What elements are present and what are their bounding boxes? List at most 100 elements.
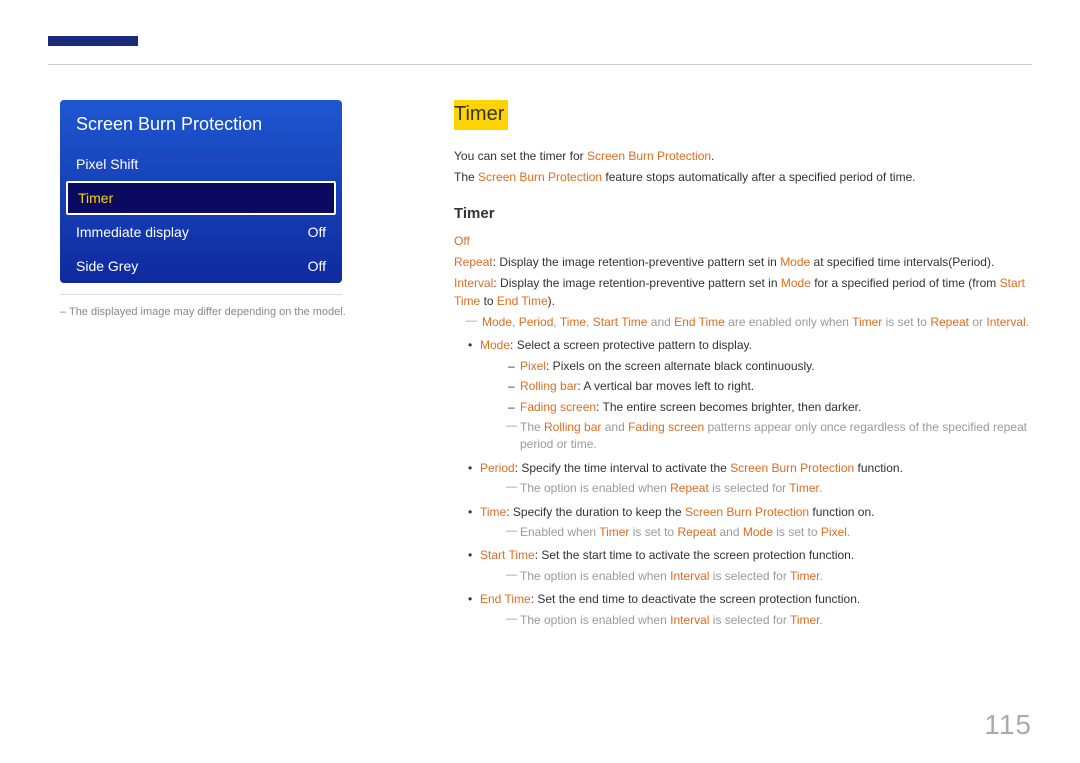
term-screen-burn-protection: Screen Burn Protection [478,170,602,184]
text: : A vertical bar moves left to right. [577,379,754,393]
text: : Set the start time to activate the scr… [535,548,855,562]
note-end-enabled: The option is enabled when Interval is s… [480,612,1032,629]
text: . [820,569,823,583]
text: and [647,315,674,329]
text: : Pixels on the screen alternate black c… [546,359,815,373]
text: The option is enabled when [520,569,670,583]
text: The [520,420,544,434]
text: ). [548,294,555,308]
list-item-start-time: Start Time: Set the start time to activa… [454,547,1032,585]
text: : Select a screen protective pattern to … [510,338,752,352]
text: is set to [629,525,677,539]
text: : Specify the duration to keep the [506,505,685,519]
interval-line: Interval: Display the image retention-pr… [454,275,1032,310]
term-pixel: Pixel [520,359,546,373]
content-column: Timer You can set the timer for Screen B… [454,100,1032,635]
osd-menu-item-label: Side Grey [76,258,138,274]
osd-menu-item-value: Off [308,224,326,240]
options-list: Mode : Select a screen protective pattern… [454,337,1032,628]
term-end-time: End Time [497,294,548,308]
text: at specified time intervals(Period). [810,255,994,269]
list-item-end-time: End Time: Set the end time to deactivate… [454,591,1032,629]
text: and [716,525,743,539]
term-screen-burn-protection: Screen Burn Protection [730,461,854,475]
term-timer: Timer [789,481,819,495]
text: . [847,525,850,539]
term-end-time: End Time [674,315,725,329]
text: . [711,149,714,163]
note-period-enabled: The option is enabled when Repeat is sel… [480,480,1032,497]
text: : Display the image retention-preventive… [493,255,780,269]
term-fading-screen: Fading screen [520,400,596,414]
note-time-enabled: Enabled when Timer is set to Repeat and … [480,524,1032,541]
text: feature stops automatically after a spec… [602,170,916,184]
list-item-time: Time: Specify the duration to keep the S… [454,504,1032,542]
intro-line-1: You can set the timer for Screen Burn Pr… [454,148,1032,165]
osd-menu-item-label: Timer [78,190,113,206]
text: . [1026,315,1029,329]
term-mode: Mode [482,315,512,329]
text: function. [854,461,903,475]
term-period: Period [480,461,515,475]
term-timer: Timer [790,569,820,583]
term-mode: Mode [781,276,811,290]
osd-menu-item-label: Immediate display [76,224,189,240]
term-repeat: Repeat [677,525,716,539]
text: to [480,294,497,308]
term-time: Time [560,315,586,329]
osd-menu-item-timer[interactable]: Timer [66,181,336,215]
term-end-time: End Time [480,592,531,606]
list-item-pixel: Pixel: Pixels on the screen alternate bl… [480,358,1032,375]
term-screen-burn-protection: Screen Burn Protection [587,149,711,163]
osd-menu-card: Screen Burn Protection Pixel Shift Timer… [60,100,342,283]
osd-menu-item-immediate-display[interactable]: Immediate display Off [60,215,342,249]
page-number: 115 [984,709,1032,741]
term-pixel: Pixel [821,525,847,539]
term-timer: Timer [852,315,882,329]
subsection-title: Timer [454,203,1032,225]
text: is selected for [709,481,789,495]
term-period: Period [519,315,554,329]
note-enabled-only-when: Mode, Period, Time, Start Time and End T… [454,314,1032,331]
text: is selected for [709,613,789,627]
term-interval: Interval [670,569,709,583]
text: is selected for [709,569,789,583]
term-repeat: Repeat [454,255,493,269]
osd-menu-item-label: Pixel Shift [76,156,138,172]
text: for a specified period of time (from [811,276,1000,290]
text: Enabled when [520,525,599,539]
term-timer: Timer [599,525,629,539]
list-item-fading-screen: Fading screen: The entire screen becomes… [480,399,1032,416]
text: is set to [773,525,821,539]
text: , [586,315,593,329]
text: is set to [882,315,930,329]
list-item-period: Period: Specify the time interval to act… [454,460,1032,498]
text: : The entire screen becomes brighter, th… [596,400,861,414]
text: . [820,613,823,627]
term-mode: Mode [743,525,773,539]
text: : Set the end time to deactivate the scr… [531,592,861,606]
term-mode: Mode [780,255,810,269]
term-rolling-bar: Rolling bar [544,420,601,434]
term-interval: Interval [454,276,493,290]
text: . [819,481,822,495]
term-fading-screen: Fading screen [628,420,704,434]
intro-line-2: The Screen Burn Protection feature stops… [454,169,1032,186]
osd-menu-item-pixel-shift[interactable]: Pixel Shift [60,147,342,181]
header-accent-bar [48,36,138,46]
list-item-mode: Mode: Select a screen protective pattern… [454,337,1032,453]
text: : Specify the time interval to activate … [515,461,730,475]
term-start-time: Start Time [480,548,535,562]
section-title: Timer [454,100,508,130]
term-start-time: Start Time [593,315,648,329]
off-label: Off [454,233,1032,250]
term-rolling-bar: Rolling bar [520,379,577,393]
caption-rule [60,294,342,295]
text: are enabled only when [725,315,852,329]
text: The [454,170,478,184]
text: : Display the image retention-preventive… [493,276,780,290]
osd-menu-item-side-grey[interactable]: Side Grey Off [60,249,342,283]
text: You can set the timer for [454,149,587,163]
term-interval: Interval [670,613,709,627]
term-repeat: Repeat [670,481,709,495]
